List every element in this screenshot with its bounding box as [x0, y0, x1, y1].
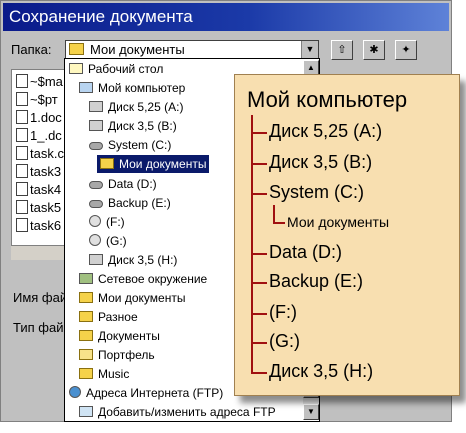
- scroll-down-button[interactable]: ▼: [303, 404, 319, 420]
- dropdown-item-drive-e[interactable]: Backup (E:): [89, 194, 171, 212]
- document-icon: [16, 218, 28, 232]
- dialog-title: Сохранение документа: [3, 3, 449, 31]
- dropdown-item-briefcase[interactable]: Портфель: [79, 346, 155, 364]
- callout-panel: Мой компьютер Диск 5,25 (A:) Диск 3,5 (B…: [234, 74, 460, 396]
- up-folder-button[interactable]: ⇧: [331, 40, 353, 60]
- briefcase-icon: [79, 349, 93, 360]
- callout-item: (F:): [269, 302, 297, 322]
- cd-drive-icon: [89, 215, 101, 227]
- callout-item: (G:): [269, 331, 300, 351]
- dropdown-item-ftp[interactable]: Адреса Интернета (FTP): [69, 384, 223, 402]
- callout-item: Backup (E:): [269, 271, 364, 291]
- globe-icon: [69, 386, 81, 398]
- up-folder-icon: ⇧: [337, 44, 347, 56]
- hard-disk-icon: [89, 142, 103, 150]
- computer-icon: [79, 82, 93, 93]
- dropdown-item-drive-a[interactable]: Диск 5,25 (A:): [89, 98, 183, 116]
- document-icon: [16, 110, 28, 124]
- dropdown-item-documents[interactable]: Документы: [79, 327, 160, 345]
- floppy-icon: [89, 254, 103, 265]
- tree-line: [273, 205, 275, 223]
- floppy-icon: [89, 101, 103, 112]
- document-icon: [16, 92, 28, 106]
- ftp-icon: [79, 406, 93, 417]
- tree-branch: [251, 132, 267, 134]
- document-icon: [16, 74, 28, 88]
- combo-dropdown-button[interactable]: ▼: [301, 41, 318, 58]
- network-icon: [79, 273, 93, 284]
- tree-branch: [251, 342, 267, 344]
- callout-title: Мой компьютер: [247, 87, 408, 112]
- folder-value: Мои документы: [90, 42, 185, 57]
- dropdown-item-drive-c[interactable]: System (C:): [89, 136, 171, 154]
- list-item[interactable]: task4: [16, 182, 61, 197]
- tree-branch: [251, 163, 267, 165]
- folder-icon: [100, 158, 114, 169]
- dropdown-item-network[interactable]: Сетевое окружение: [79, 270, 207, 288]
- list-item[interactable]: task3: [16, 164, 61, 179]
- horizontal-scrollbar[interactable]: [11, 245, 71, 260]
- callout-item: Мои документы: [287, 214, 390, 230]
- filename-label: Имя фай: [13, 290, 68, 305]
- callout-item: Диск 3,5 (B:): [269, 152, 373, 172]
- list-item[interactable]: task5: [16, 200, 61, 215]
- list-item[interactable]: task6: [16, 218, 61, 233]
- tree-line: [251, 115, 253, 372]
- list-item[interactable]: 1.doc: [16, 110, 62, 125]
- document-icon: [16, 200, 28, 214]
- list-item[interactable]: 1_.dc: [16, 128, 62, 143]
- folder-icon: [69, 43, 84, 55]
- list-item[interactable]: task.c: [16, 146, 64, 161]
- dropdown-item-drive-b[interactable]: Диск 3,5 (B:): [89, 117, 177, 135]
- tree-branch: [251, 282, 267, 284]
- floppy-icon: [89, 120, 103, 131]
- dropdown-item-add-ftp[interactable]: Добавить/изменить адреса FTP: [79, 403, 276, 421]
- tree-branch: [251, 253, 267, 255]
- new-folder-icon: ✦: [401, 44, 411, 56]
- tree-branch: [251, 313, 267, 315]
- folder-icon: [79, 292, 93, 303]
- tree-branch: [251, 193, 267, 195]
- document-icon: [16, 182, 28, 196]
- folder-label: Папка:: [11, 42, 52, 57]
- callout-item: System (C:): [269, 182, 365, 202]
- dropdown-item-my-documents[interactable]: Мои документы: [79, 289, 185, 307]
- dropdown-item-my-documents-selected[interactable]: Мои документы: [97, 155, 210, 173]
- list-item[interactable]: ~$рт: [16, 92, 58, 107]
- dropdown-item-my-computer[interactable]: Мой компьютер: [79, 79, 185, 97]
- folder-combobox[interactable]: Мои документы ▼: [65, 40, 319, 59]
- filetype-label: Тип фай: [13, 320, 64, 335]
- dropdown-item-music[interactable]: Music: [79, 365, 129, 383]
- tree-branch: [273, 222, 285, 224]
- list-item[interactable]: ~$ma: [16, 74, 63, 89]
- folder-icon: [79, 311, 93, 322]
- callout-item: Data (D:): [269, 242, 343, 262]
- document-icon: [16, 164, 28, 178]
- hard-disk-icon: [89, 200, 103, 208]
- dropdown-item-desktop[interactable]: Рабочий стол: [69, 60, 163, 78]
- dropdown-item-drive-d[interactable]: Data (D:): [89, 175, 157, 193]
- dropdown-item-drive-f[interactable]: (F:): [89, 213, 125, 231]
- callout-item: Диск 5,25 (A:): [269, 121, 383, 141]
- dropdown-item-drive-h[interactable]: Диск 3,5 (H:): [89, 251, 177, 269]
- cd-drive-icon: [89, 234, 101, 246]
- dropdown-item-misc[interactable]: Разное: [79, 308, 138, 326]
- hard-disk-icon: [89, 181, 103, 189]
- callout-item: Диск 3,5 (H:): [269, 361, 374, 381]
- desktop-icon: [69, 63, 83, 74]
- folder-icon: [79, 368, 93, 379]
- folder-icon: [79, 330, 93, 341]
- document-icon: [16, 128, 28, 142]
- desktop-icon: ✱: [369, 44, 379, 56]
- file-list[interactable]: ~$ma ~$рт 1.doc 1_.dc task.c task3 task4…: [11, 69, 71, 259]
- new-folder-button[interactable]: ✦: [395, 40, 417, 60]
- tree-branch: [251, 372, 267, 374]
- dropdown-item-drive-g[interactable]: (G:): [89, 232, 127, 250]
- document-icon: [16, 146, 28, 160]
- desktop-button[interactable]: ✱: [363, 40, 385, 60]
